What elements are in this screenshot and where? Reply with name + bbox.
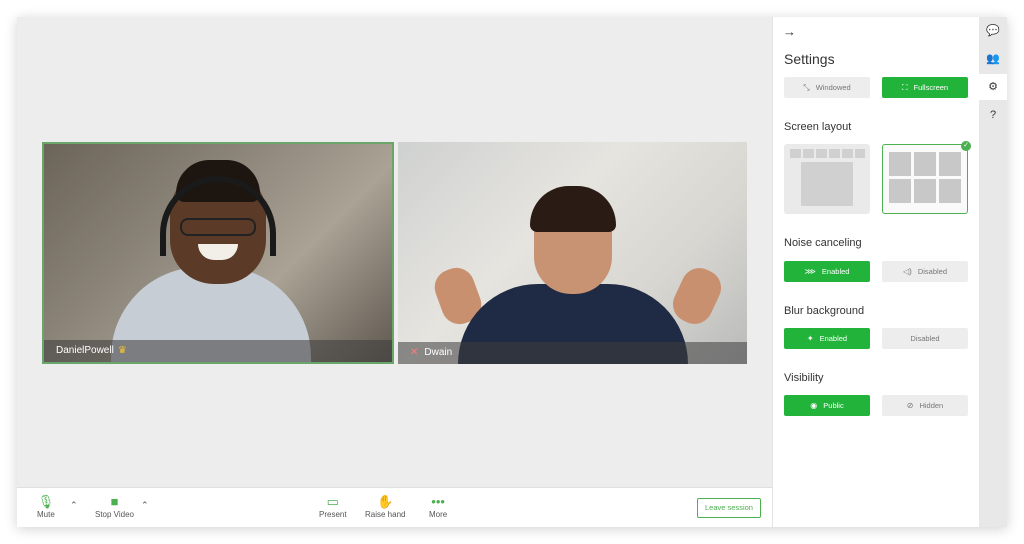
video-stage: DanielPowell ♛ ✕ Dwain xyxy=(17,17,772,487)
panel-title: Settings xyxy=(784,51,835,67)
participant-face xyxy=(160,160,276,284)
video-camera-icon: ■ xyxy=(110,494,119,509)
speaker-icon: ◁) xyxy=(902,267,912,276)
participant-name-bar: DanielPowell ♛ xyxy=(44,340,392,362)
video-tile-dwain[interactable]: ✕ Dwain xyxy=(398,142,747,364)
participant-name: Dwain xyxy=(424,347,453,358)
eye-icon: ◉ xyxy=(810,401,818,410)
layout-option-speaker[interactable] xyxy=(784,144,870,214)
participant-name-bar: ✕ Dwain xyxy=(398,342,747,364)
visibility-hidden-button[interactable]: ⊘ Hidden xyxy=(882,395,968,416)
layout-option-grid[interactable]: ✓ xyxy=(882,141,971,214)
participant-name: DanielPowell xyxy=(56,345,114,356)
more-dots-icon: ••• xyxy=(431,494,445,509)
visibility-label: Visibility xyxy=(784,372,824,384)
participants-icon[interactable]: 👥 xyxy=(979,46,1007,72)
microphone-icon: 🎙 xyxy=(37,494,55,509)
call-toolbar: 🎙 Mute ⌃ ■ Stop Video ⌃ ▭ Present ✋ Rais… xyxy=(17,487,772,527)
fullscreen-icon: ⛶ xyxy=(901,83,908,92)
blur-background-label: Blur background xyxy=(784,305,865,317)
app-window: DanielPowell ♛ ✕ Dwain 🎙 Mute ⌃ ■ Stop Vid… xyxy=(17,17,1007,527)
video-tile-danielpowell[interactable]: DanielPowell ♛ xyxy=(42,142,394,364)
speaker-layout-icon xyxy=(790,149,865,206)
chat-icon[interactable]: 💬 xyxy=(979,18,1007,44)
more-button[interactable]: ••• More xyxy=(429,494,447,519)
stop-video-button[interactable]: ■ Stop Video xyxy=(95,494,134,519)
noise-off-icon: ⋙ xyxy=(804,267,816,276)
grid-layout-icon xyxy=(889,152,961,203)
blur-enabled-button[interactable]: ✦ Enabled xyxy=(784,328,870,349)
mute-options-chevron-icon[interactable]: ⌃ xyxy=(70,500,78,511)
sparkle-icon: ✦ xyxy=(806,334,814,343)
minimize-icon: ⤡ xyxy=(803,83,810,92)
eye-slash-icon: ⊘ xyxy=(906,401,914,410)
collapse-arrow-icon[interactable]: → xyxy=(783,24,796,39)
video-options-chevron-icon[interactable]: ⌃ xyxy=(141,500,149,511)
raise-hand-button[interactable]: ✋ Raise hand xyxy=(365,494,405,519)
present-button[interactable]: ▭ Present xyxy=(319,494,347,519)
visibility-public-button[interactable]: ◉ Public xyxy=(784,395,870,416)
noise-canceling-disabled-button[interactable]: ◁) Disabled xyxy=(882,261,968,282)
noise-canceling-label: Noise canceling xyxy=(784,237,862,249)
fullscreen-button[interactable]: ⛶ Fullscreen xyxy=(882,77,968,98)
leave-session-button[interactable]: Leave session xyxy=(697,498,761,518)
mute-button[interactable]: 🎙 Mute xyxy=(37,494,55,519)
help-icon[interactable]: ? xyxy=(979,102,1007,128)
side-rail: 💬 👥 ⚙ ? xyxy=(979,17,1007,527)
screen-layout-label: Screen layout xyxy=(784,121,852,133)
windowed-button[interactable]: ⤡ Windowed xyxy=(784,77,870,98)
settings-icon[interactable]: ⚙ xyxy=(979,74,1007,100)
hand-icon: ✋ xyxy=(377,494,394,509)
crown-icon: ♛ xyxy=(117,345,127,356)
blur-disabled-button[interactable]: Disabled xyxy=(882,328,968,349)
settings-panel: → Settings ⤡ Windowed ⛶ Fullscreen Screen … xyxy=(772,17,979,527)
mic-off-icon: ✕ xyxy=(410,347,419,358)
participant-face xyxy=(529,186,616,294)
noise-canceling-enabled-button[interactable]: ⋙ Enabled xyxy=(784,261,870,282)
present-screen-icon: ▭ xyxy=(326,494,339,509)
selected-check-icon: ✓ xyxy=(961,141,971,151)
